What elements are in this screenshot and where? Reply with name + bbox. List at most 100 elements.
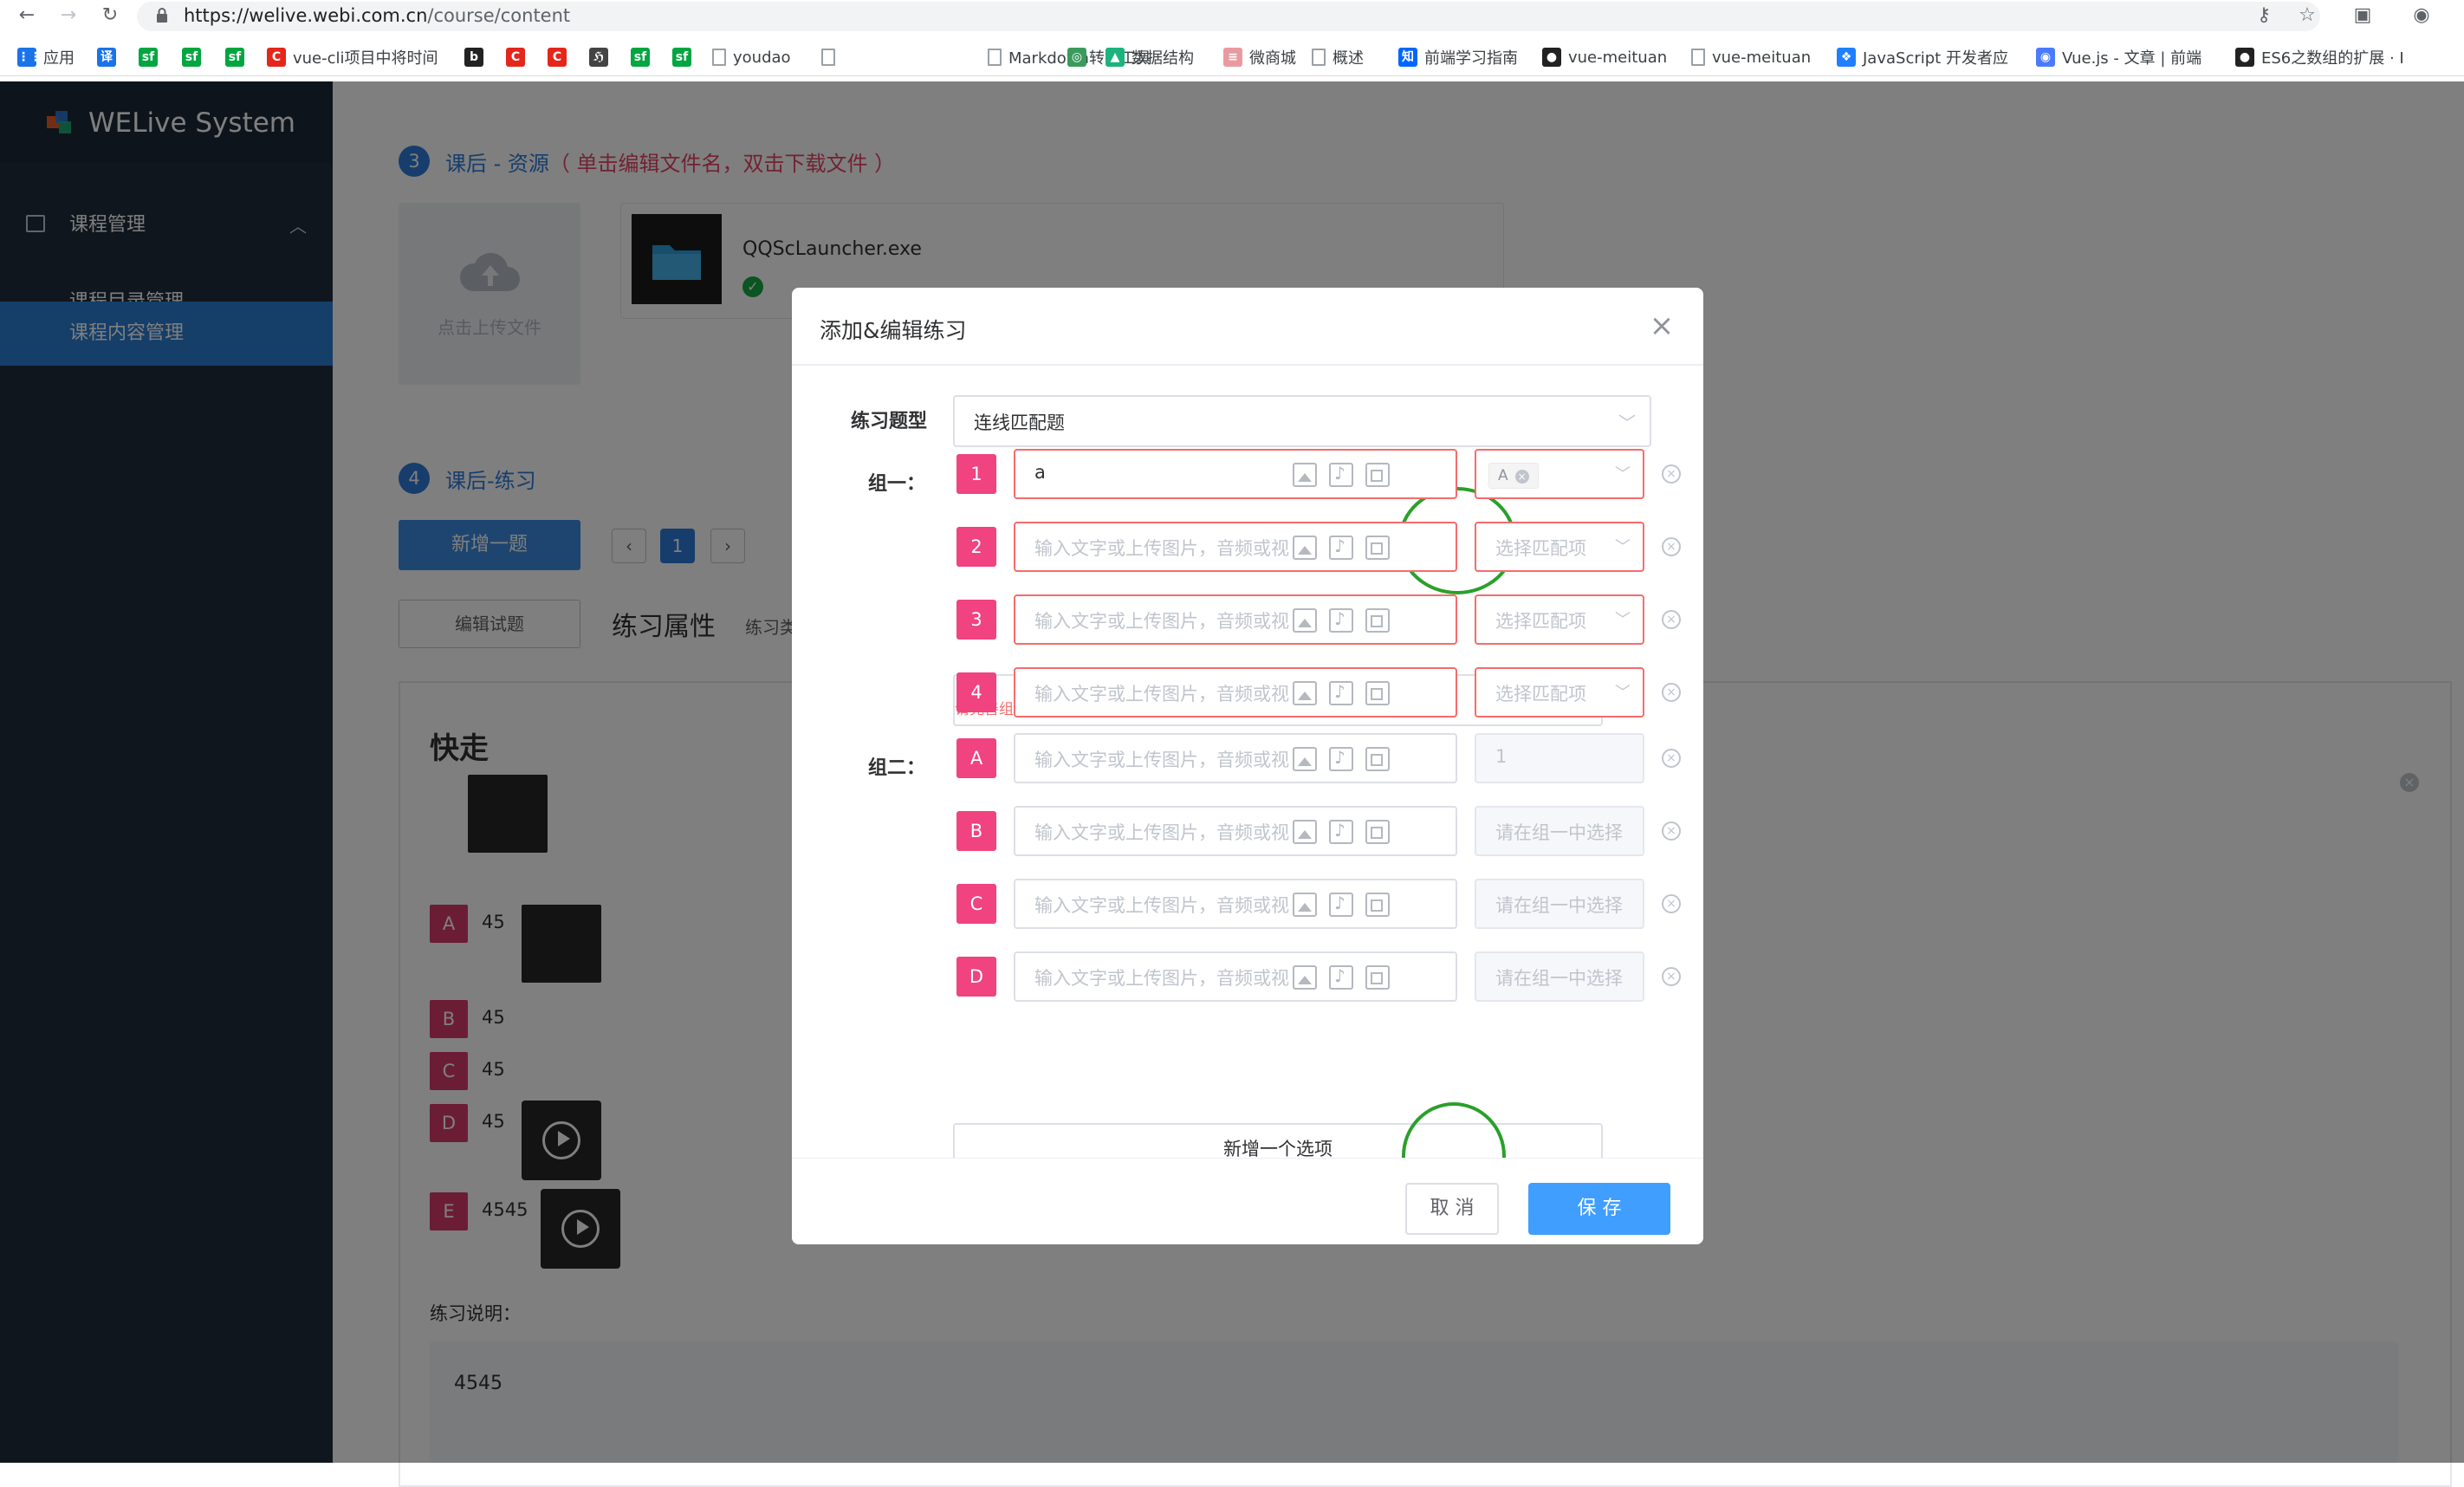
bookmark-item[interactable]: ● vue-meituan [1542,45,1667,69]
remove-option-icon[interactable]: × [1662,537,1681,556]
bookmark-item[interactable]: 译 [97,45,123,69]
music-icon[interactable] [1329,463,1353,487]
page-icon [1312,49,1326,66]
bookmark-item[interactable]: sf [631,45,657,69]
bookmark-item[interactable]: Cvue-cli项目中将时间 [267,45,438,69]
bookmark-item[interactable]: 知前端学习指南 [1398,45,1518,69]
image-icon[interactable] [1293,463,1317,487]
group2-option-input[interactable]: 输入文字或上传图片，音频或视频 [1014,951,1457,1002]
bookmarks-bar: ⋮⋮应用译sfsfsfCvue-cli项目中将时间bCCℌsfsfyoudaoM… [0,40,2464,76]
exercise-type-select[interactable]: 连线匹配题 ﹀ [953,395,1651,447]
leaf-icon: ◎ [1067,48,1086,67]
image-icon[interactable] [1293,893,1317,917]
remove-option-icon[interactable]: × [1662,749,1681,768]
video-icon[interactable] [1365,536,1390,560]
music-icon[interactable] [1329,893,1353,917]
bookmark-item[interactable]: ● ES6之数组的扩展 · I [2235,45,2404,69]
selected-tag[interactable]: A × [1488,463,1539,489]
image-icon[interactable] [1293,536,1317,560]
group2-option-input[interactable]: 输入文字或上传图片，音频或视频 [1014,733,1457,783]
remove-option-icon[interactable]: × [1662,967,1681,986]
bookmark-item[interactable]: ❖ JavaScript 开发者应 [1837,45,2008,69]
bookmark-item[interactable]: C [506,45,532,69]
bookmark-item[interactable]: sf [672,45,698,69]
zhihu-icon: 知 [1398,48,1417,67]
tag-close-icon[interactable]: × [1514,470,1529,484]
remove-option-icon[interactable]: × [1662,683,1681,702]
group2-option-input[interactable]: 输入文字或上传图片，音频或视频 [1014,879,1457,929]
bookmark-item[interactable]: vue-meituan [1691,45,1811,69]
music-icon[interactable] [1329,747,1353,771]
bookmark-item[interactable]: youdao [712,45,791,69]
chevron-down-icon: ﹀ [1615,538,1631,556]
bookmark-label: Vue.js - 文章 | 前端 [2062,49,2202,68]
group1-option-input[interactable]: 输入文字或上传图片，音频或视频 [1014,594,1457,645]
key-icon[interactable]: ⚷ [2251,3,2277,29]
image-icon[interactable] [1293,747,1317,771]
group1-row-badge: 2 [956,527,996,567]
remove-option-icon[interactable]: × [1662,894,1681,913]
bookmark-item[interactable]: ≡ 微商城 [1223,45,1296,69]
vue-icon: ≡ [1223,48,1242,67]
bookmark-item[interactable]: sf [225,45,251,69]
group2-row-badge: C [956,884,996,924]
video-icon[interactable] [1365,608,1390,633]
match-select[interactable]: A × ﹀ [1475,449,1644,499]
bookmark-item[interactable]: ◉ Vue.js - 文章 | 前端 [2036,45,2201,69]
group2-option-input[interactable]: 输入文字或上传图片，音频或视频 [1014,806,1457,856]
image-icon[interactable] [1293,820,1317,844]
bookmark-item[interactable]: ℌ [589,45,615,69]
input-placeholder: 输入文字或上传图片，音频或视频 [1034,750,1289,770]
remove-option-icon[interactable]: × [1662,464,1681,484]
match-select[interactable]: 选择匹配项 ﹀ [1475,667,1644,718]
video-icon[interactable] [1365,747,1390,771]
remove-option-icon[interactable]: × [1662,821,1681,841]
video-icon[interactable] [1365,893,1390,917]
b-icon: b [464,48,483,67]
image-icon[interactable] [1293,681,1317,705]
bookmark-item[interactable]: sf [182,45,208,69]
select-placeholder: 选择匹配项 [1495,611,1586,632]
type-label: 练习题型 [851,411,928,432]
bookmark-item[interactable]: ⋮⋮ 应用 [17,45,75,69]
bookmark-label: vue-cli项目中将时间 [293,49,438,68]
csdn-icon: C [506,48,525,67]
group1-option-input[interactable]: a [1014,449,1457,499]
image-icon[interactable] [1293,965,1317,990]
match-select[interactable]: 选择匹配项 ﹀ [1475,522,1644,572]
star-icon[interactable]: ☆ [2294,3,2320,29]
bookmark-item[interactable] [821,45,842,69]
bookmark-item[interactable]: 概述 [1312,45,1364,69]
image-icon[interactable] [1293,608,1317,633]
bookmark-item[interactable]: ◎ [1067,45,1093,69]
video-icon[interactable] [1365,965,1390,990]
extension-icon[interactable]: ▣ [2350,3,2376,29]
match-select[interactable]: 选择匹配项 ﹀ [1475,594,1644,645]
cancel-button[interactable]: 取 消 [1405,1183,1499,1235]
account-icon[interactable]: ◉ [2409,3,2435,29]
music-icon[interactable] [1329,536,1353,560]
group1-option-input[interactable]: 输入文字或上传图片，音频或视频 [1014,667,1457,718]
music-icon[interactable] [1329,681,1353,705]
video-icon[interactable] [1365,820,1390,844]
page-icon [712,49,726,66]
music-icon[interactable] [1329,608,1353,633]
save-button[interactable]: 保 存 [1528,1183,1670,1235]
back-icon[interactable]: ← [14,3,40,29]
bookmark-item[interactable]: sf [139,45,165,69]
forward-icon[interactable]: → [55,3,81,29]
reload-icon[interactable]: ↻ [97,3,123,29]
close-icon[interactable]: × [1646,310,1677,341]
bookmark-item[interactable]: C [548,45,574,69]
bookmark-item[interactable]: b [464,45,490,69]
group1-option-input[interactable]: 输入文字或上传图片，音频或视频 [1014,522,1457,572]
video-icon[interactable] [1365,463,1390,487]
address-url: https://welive.webi.com.cn/course/conten… [184,3,570,28]
dialog-title: 添加&编辑练习 [820,318,967,343]
bookmark-item[interactable]: ▲ 数据结构 [1106,45,1194,69]
video-icon[interactable] [1365,681,1390,705]
remove-option-icon[interactable]: × [1662,610,1681,629]
match-value: 请在组一中选择 [1495,822,1623,843]
music-icon[interactable] [1329,965,1353,990]
music-icon[interactable] [1329,820,1353,844]
